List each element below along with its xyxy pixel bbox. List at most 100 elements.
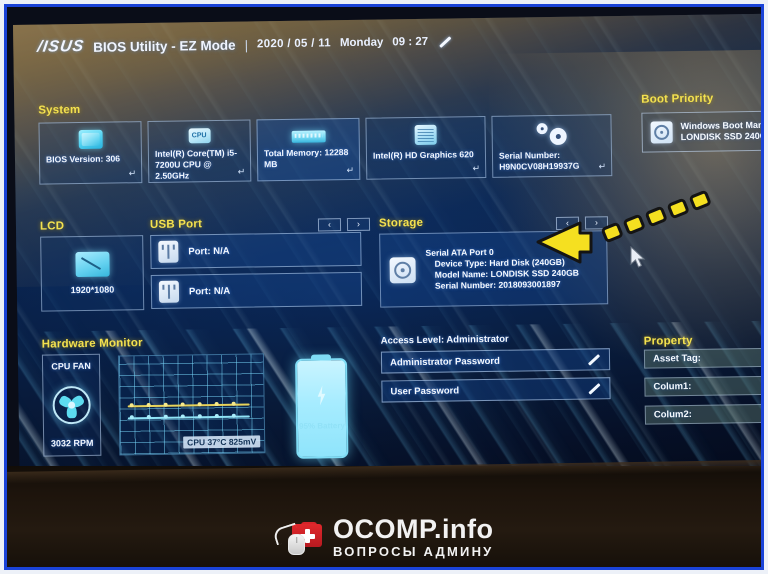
boot-priority-line1: Windows Boot Manage — [680, 119, 761, 131]
lcd-panel[interactable]: 1920*1080 — [40, 235, 145, 312]
boot-priority-item[interactable]: Windows Boot Manage LONDISK SSD 240GB) — [641, 110, 761, 153]
boot-priority-label: Windows Boot Manage LONDISK SSD 240GB) — [680, 119, 761, 143]
memory-icon — [291, 130, 326, 143]
hard-disk-icon — [650, 121, 673, 144]
storage-device-type-label: Device Type: — [434, 257, 488, 269]
administrator-password-field[interactable]: Administrator Password — [380, 348, 611, 374]
chart-point — [197, 414, 202, 419]
storage-device-type-value: Hard Disk (240GB) — [489, 256, 565, 268]
system-tile-serial-number[interactable]: Serial Number: H9N0CV08H19937G ↵ — [491, 114, 613, 178]
usb-prev-button[interactable]: ‹ — [317, 218, 342, 232]
user-password-field[interactable]: User Password — [381, 377, 611, 403]
section-label-usb-port: USB Port — [149, 218, 203, 231]
property-label: Asset Tag: — [652, 352, 701, 365]
chart-point — [146, 414, 151, 420]
watermark-text: OCOMP.info ВОПРОСЫ АДМИНУ — [333, 514, 494, 559]
system-weekday: Monday — [339, 36, 384, 50]
storage-device-details: Serial ATA Port 0 Device Type: Hard Disk… — [425, 246, 579, 292]
pencil-icon[interactable] — [437, 35, 451, 49]
cpu-fan-rpm: 3032 RPM — [50, 437, 94, 449]
chart-point — [163, 402, 168, 407]
usb-icon — [158, 240, 179, 263]
enter-arrow-icon: ↵ — [346, 164, 355, 176]
battery-label: 95% Battery — [299, 421, 345, 431]
chart-point — [129, 403, 134, 408]
enter-arrow-icon: ↵ — [472, 163, 481, 174]
enter-arrow-icon: ↵ — [598, 161, 607, 172]
section-label-property: Property — [643, 334, 693, 348]
photo-of-bios-screen: /ISUS BIOS Utility - EZ Mode | 2020 / 05… — [0, 0, 768, 574]
boot-priority-line2: LONDISK SSD 240GB) — [680, 130, 761, 143]
cpu-fan-title: CPU FAN — [51, 360, 91, 372]
fan-hub — [68, 401, 76, 409]
system-tile-label: BIOS Version: 306 — [45, 153, 121, 165]
cpu-icon: CPU — [188, 128, 211, 144]
charging-bolt-icon — [315, 385, 327, 405]
administrator-password-label: Administrator Password — [389, 355, 500, 368]
enter-arrow-icon: ↵ — [237, 166, 246, 177]
usb-next-button[interactable]: › — [346, 217, 371, 232]
bios-screen: /ISUS BIOS Utility - EZ Mode | 2020 / 05… — [13, 13, 761, 477]
system-tile-label: Total Memory: 12288 MB — [263, 147, 349, 170]
chart-point — [214, 401, 219, 407]
usb-port-label: Port: N/A — [188, 285, 231, 297]
storage-serial-value: 2018093001897 — [498, 278, 561, 290]
gear-small-icon — [536, 123, 548, 135]
chart-point — [197, 402, 202, 407]
property-label: Colum2: — [653, 408, 692, 421]
user-password-label: User Password — [390, 384, 460, 397]
lcd-resolution: 1920*1080 — [70, 284, 115, 296]
system-date[interactable]: 2020 / 05 / 11 — [257, 37, 331, 50]
usb-port-row-2[interactable]: Port: N/A — [150, 271, 363, 309]
system-tile-label: Serial Number: H9N0CV08H19937G — [498, 149, 580, 172]
chart-point — [214, 413, 219, 419]
chart-point — [146, 403, 151, 408]
monitor-icon — [74, 251, 110, 278]
storage-prev-button[interactable]: ‹ — [555, 216, 580, 230]
system-tile-bios-version[interactable]: BIOS Version: 306 ↵ — [38, 121, 143, 185]
storage-port: Serial ATA Port 0 — [425, 246, 494, 258]
cpu-fan-panel[interactable]: CPU FAN 3032 RPM — [41, 353, 102, 457]
bios-header: /ISUS BIOS Utility - EZ Mode | 2020 / 05… — [36, 33, 451, 57]
bios-chip-icon — [78, 129, 103, 150]
fan-icon — [52, 385, 91, 424]
section-label-hardware-monitor: Hardware Monitor — [41, 337, 143, 351]
computer-mouse-icon — [288, 534, 305, 555]
storage-model-name-value: LONDISK SSD 240GB — [490, 267, 580, 279]
property-label: Colum1: — [653, 380, 692, 393]
storage-model-name-label: Model Name: — [434, 268, 489, 280]
enter-arrow-icon: ↵ — [128, 168, 137, 179]
property-row-asset-tag[interactable]: Asset Tag: — [643, 347, 761, 369]
system-time[interactable]: 09 : 27 — [392, 36, 428, 49]
chart-point — [231, 401, 236, 406]
property-row-colum1[interactable]: Colum1: — [644, 375, 761, 397]
system-tile-label: Intel(R) HD Graphics 620 — [372, 149, 474, 161]
bios-ui-layer: /ISUS BIOS Utility - EZ Mode | 2020 / 05… — [13, 14, 761, 477]
first-aid-kit-icon — [272, 522, 324, 555]
storage-serial-label: Serial Number: — [434, 279, 497, 291]
system-tile-cpu[interactable]: CPU Intel(R) Core(TM) i5-7200U CPU @ 2.5… — [147, 119, 252, 184]
section-label-boot-priority: Boot Priority — [641, 92, 714, 106]
chart-point — [129, 415, 134, 420]
pencil-icon[interactable] — [587, 352, 601, 366]
gear-large-icon — [549, 127, 567, 146]
usb-port-row-1[interactable]: Port: N/A — [150, 231, 362, 269]
usb-icon — [158, 280, 180, 303]
gpu-icon — [414, 124, 437, 146]
property-row-colum2[interactable]: Colum2: — [644, 403, 761, 425]
system-tile-label: Intel(R) Core(TM) i5-7200U CPU @ 2.50GHz — [154, 147, 238, 181]
usb-port-label: Port: N/A — [188, 245, 230, 257]
system-tile-gpu[interactable]: Intel(R) HD Graphics 620 ↵ — [365, 116, 487, 180]
chart-point — [180, 414, 185, 419]
storage-next-button[interactable]: › — [584, 216, 609, 230]
hard-disk-icon — [389, 257, 416, 284]
chart-point — [231, 413, 236, 418]
pencil-icon[interactable] — [587, 381, 601, 395]
gears-icon — [536, 123, 567, 146]
system-tile-memory[interactable]: Total Memory: 12288 MB ↵ — [256, 117, 361, 182]
watermark-site-name: OCOMP.info — [333, 514, 494, 544]
storage-device-item[interactable]: Serial ATA Port 0 Device Type: Hard Disk… — [379, 230, 609, 308]
section-label-storage: Storage — [378, 216, 424, 230]
page-title: BIOS Utility - EZ Mode — [93, 37, 236, 55]
section-label-system: System — [38, 104, 81, 117]
